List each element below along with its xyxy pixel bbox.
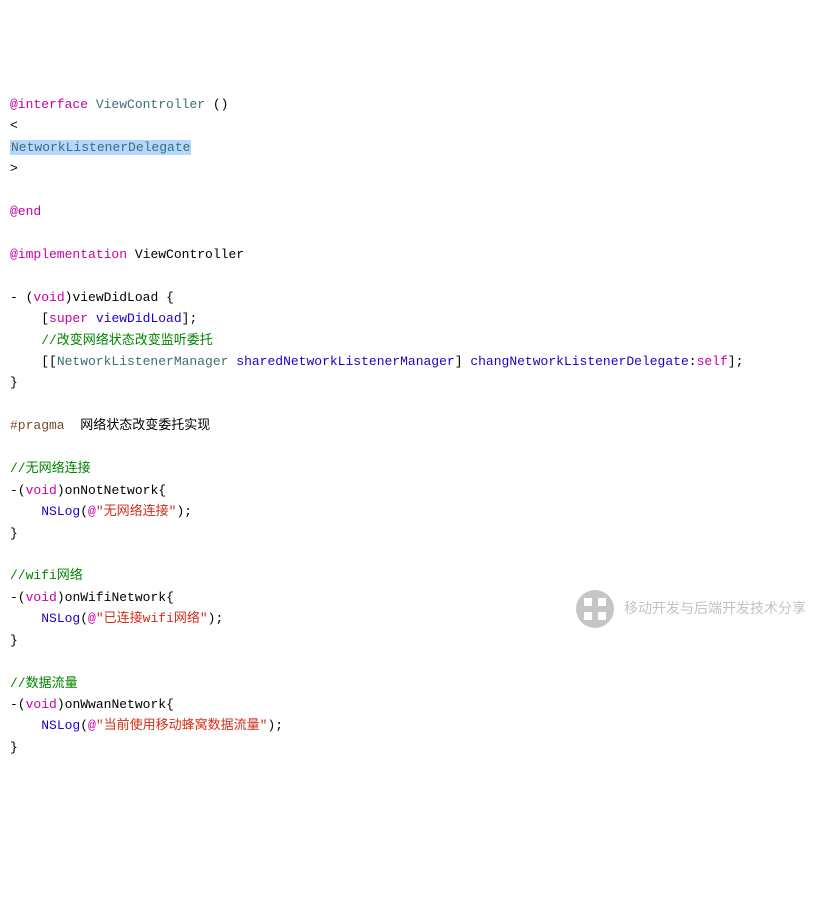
- nslog-call: NSLog: [41, 504, 80, 519]
- highlighted-delegate[interactable]: NetworkListenerDelegate: [10, 140, 191, 155]
- pragma-text: 网络状态改变委托实现: [65, 418, 211, 433]
- method-viewdidload: viewDidLoad: [72, 290, 158, 305]
- keyword-interface: @interface: [10, 97, 88, 112]
- comment-no-network: //无网络连接: [10, 461, 91, 476]
- rbrace: }: [10, 375, 18, 390]
- qr-icon: [576, 590, 614, 628]
- keyword-implementation: @implementation: [10, 247, 127, 262]
- method-chang-delegate: changNetworkListenerDelegate: [470, 354, 688, 369]
- parens: (): [213, 97, 229, 112]
- pragma-directive: #pragma: [10, 418, 65, 433]
- method-shared: sharedNetworkListenerManager: [236, 354, 454, 369]
- comment-wifi: //wifi网络: [10, 568, 83, 583]
- type-viewcontroller: ViewController: [96, 97, 205, 112]
- impl-class: ViewController: [135, 247, 244, 262]
- type-manager: NetworkListenerManager: [57, 354, 229, 369]
- comment-data: //数据流量: [10, 676, 78, 691]
- string-wifi: "已连接wifi网络": [96, 611, 208, 626]
- string-no-network: "无网络连接": [96, 504, 177, 519]
- method-onwwannetwork: onWwanNetwork: [65, 697, 166, 712]
- watermark: 移动开发与后端开发技术分享: [576, 590, 806, 628]
- keyword-super: super: [49, 311, 88, 326]
- method-onwifinetwork: onWifiNetwork: [65, 590, 166, 605]
- comment-line: //改变网络状态改变监听委托: [10, 333, 213, 348]
- keyword-self: self: [697, 354, 728, 369]
- angle-gt: >: [10, 161, 18, 176]
- code-block[interactable]: @interface ViewController () < NetworkLi…: [10, 94, 816, 759]
- dash: -: [10, 290, 26, 305]
- string-wwan: "当前使用移动蜂窝数据流量": [96, 718, 268, 733]
- watermark-text: 移动开发与后端开发技术分享: [624, 597, 806, 620]
- keyword-end: @end: [10, 204, 41, 219]
- method-call-viewdidload: viewDidLoad: [96, 311, 182, 326]
- keyword-void: void: [33, 290, 64, 305]
- method-onnotnetwork: onNotNetwork: [65, 483, 159, 498]
- angle-lt: <: [10, 118, 18, 133]
